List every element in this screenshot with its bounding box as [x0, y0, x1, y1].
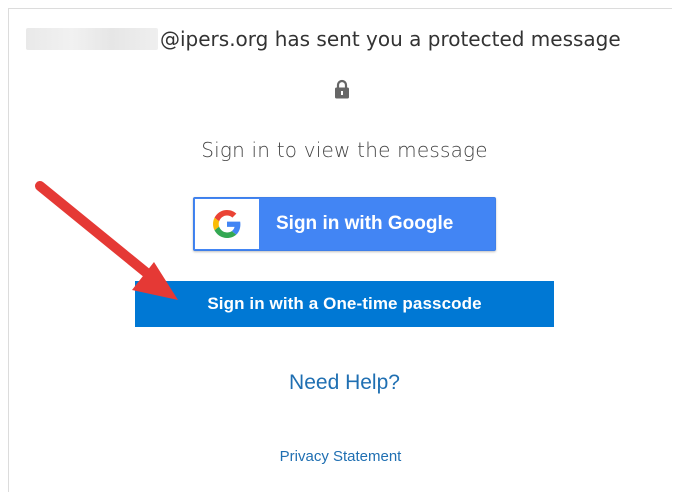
privacy-statement-link[interactable]: Privacy Statement: [0, 448, 673, 465]
google-logo-icon: [213, 210, 241, 238]
google-button-label: Sign in with Google: [276, 213, 454, 234]
need-help-link[interactable]: Need Help?: [0, 371, 673, 395]
sender-line: @ipers.org has sent you a protected mess…: [26, 24, 666, 54]
google-logo-container: [195, 199, 259, 249]
sign-in-google-button[interactable]: Sign in with Google: [193, 197, 496, 251]
otp-button-label: Sign in with a One-time passcode: [207, 294, 482, 313]
page-subtitle: Sign in to view the message: [201, 138, 488, 162]
sign-in-one-time-passcode-button[interactable]: Sign in with a One-time passcode: [135, 281, 554, 327]
sender-message: @ipers.org has sent you a protected mess…: [160, 27, 621, 51]
lock-icon: [335, 79, 349, 99]
redacted-sender-name: [26, 28, 158, 50]
